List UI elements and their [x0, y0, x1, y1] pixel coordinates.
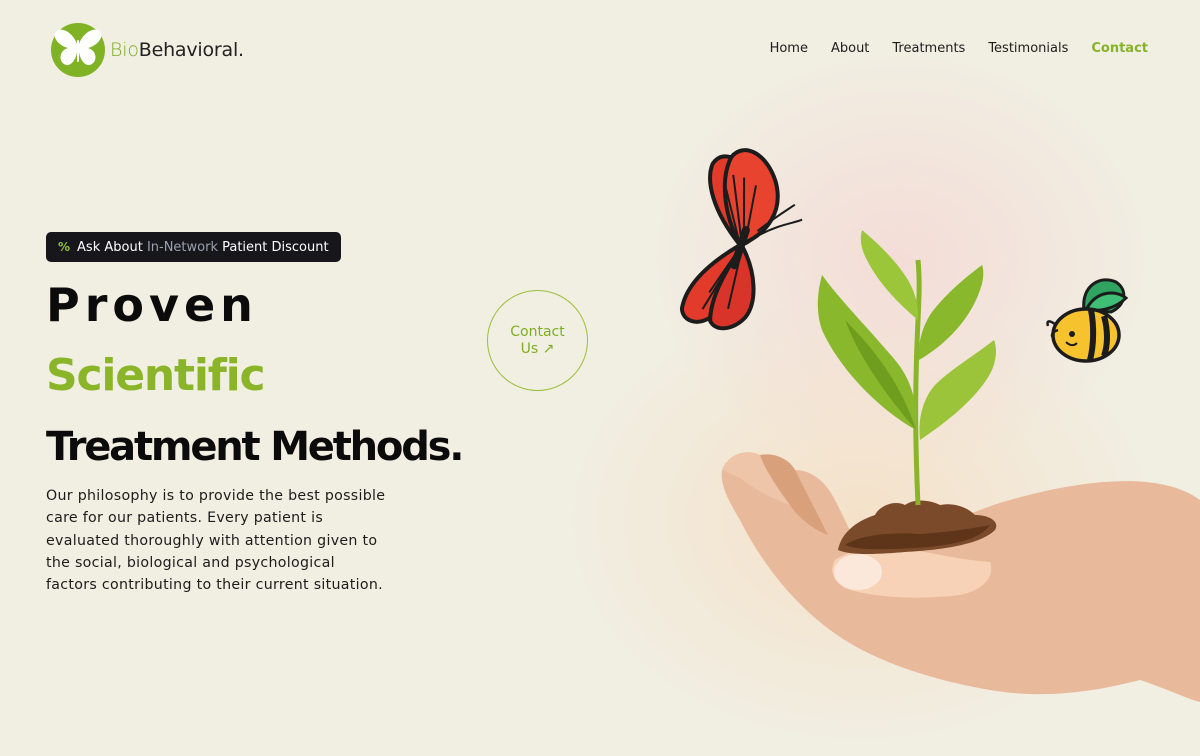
hero-illustration — [679, 148, 1200, 702]
sprout-icon — [817, 230, 996, 506]
hand-icon — [721, 452, 1200, 702]
butterfly-icon — [679, 148, 803, 331]
bee-icon — [1046, 278, 1129, 363]
